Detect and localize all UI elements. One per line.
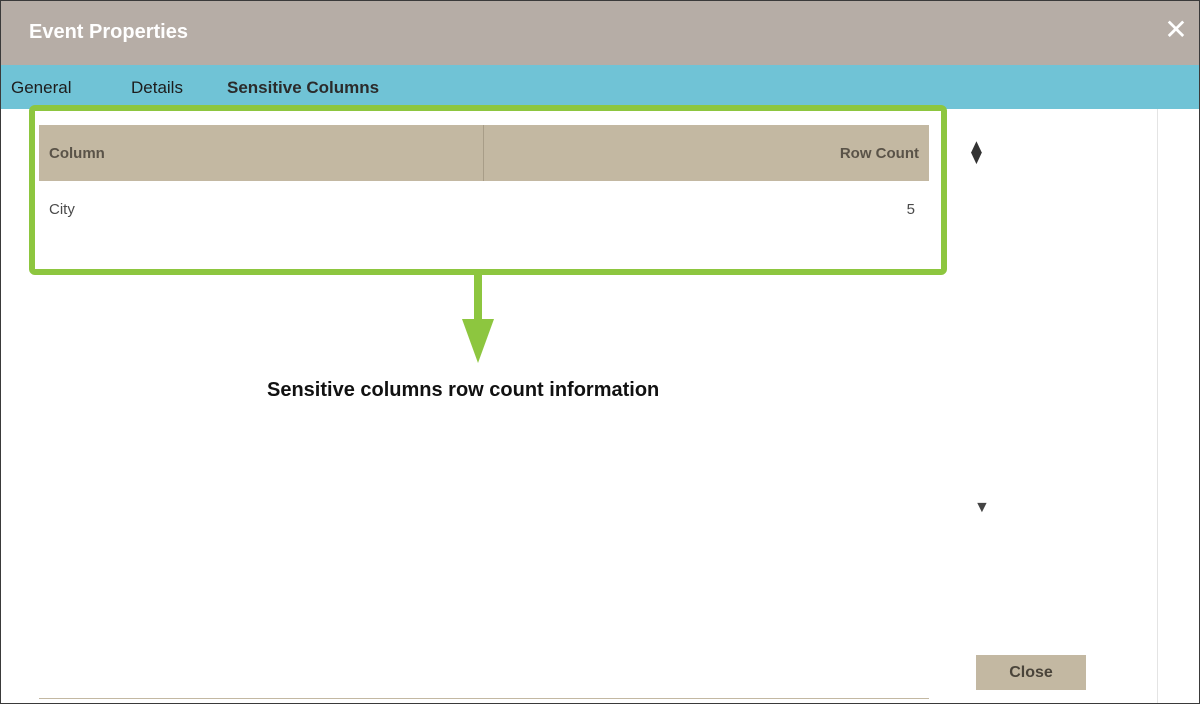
dialog-title: Event Properties — [29, 21, 188, 43]
annotation-label: Sensitive columns row count information — [267, 379, 660, 401]
tab-general[interactable]: General — [11, 78, 71, 98]
tab-bar: General Details Sensitive Columns — [1, 65, 1199, 109]
sort-icon[interactable]: ⧫ — [971, 141, 982, 163]
bottom-divider — [39, 698, 929, 699]
tab-sensitive-columns[interactable]: Sensitive Columns — [227, 78, 379, 98]
scroll-down-icon[interactable]: ▼ — [974, 499, 990, 517]
arrow-down-icon — [462, 319, 494, 363]
dialog-titlebar: Event Properties ✕ — [1, 1, 1199, 65]
tab-details[interactable]: Details — [131, 78, 183, 98]
close-button[interactable]: Close — [976, 655, 1086, 690]
highlight-box — [29, 105, 947, 275]
right-panel-divider — [1157, 109, 1158, 703]
close-icon[interactable]: ✕ — [1161, 15, 1191, 45]
event-properties-dialog: Event Properties ✕ General Details Sensi… — [0, 0, 1200, 704]
